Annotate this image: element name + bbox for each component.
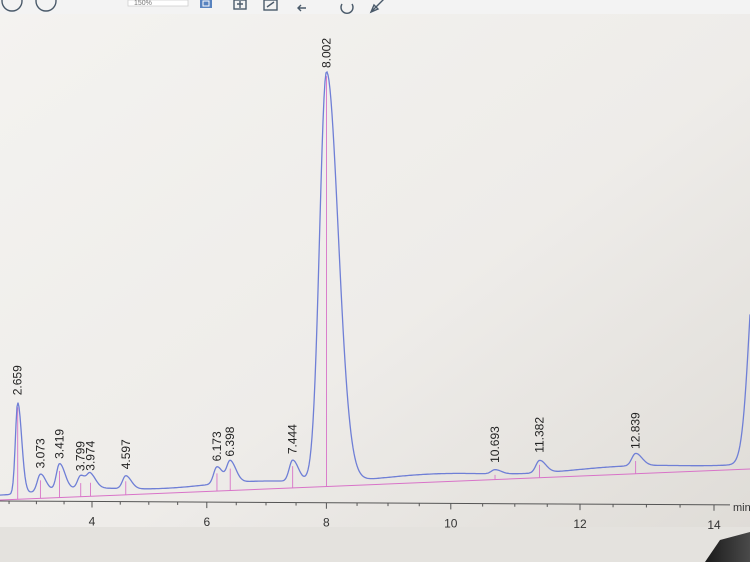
- screen-background: [0, 0, 750, 562]
- x-tick-label: 12: [573, 517, 587, 531]
- peak-label: 3.073: [33, 438, 47, 468]
- toolbar: 150%: [0, 0, 750, 14]
- x-tick-label: 10: [444, 516, 458, 530]
- peak-label: 8.002: [320, 38, 334, 68]
- peak-label: 6.173: [210, 431, 224, 461]
- x-tick-label: 6: [203, 515, 210, 529]
- x-tick-label: 4: [89, 514, 96, 528]
- peak-label: 2.659: [11, 365, 25, 395]
- peak-label: 3.974: [84, 440, 98, 470]
- bottom-margin: [0, 527, 750, 562]
- peak-label: 7.444: [286, 424, 300, 454]
- peak-label: 11.382: [533, 417, 547, 453]
- peak-label: 10.693: [488, 426, 502, 463]
- export-icon[interactable]: [200, 0, 212, 8]
- peak-label: 6.398: [223, 426, 237, 456]
- x-tick-label: 14: [707, 518, 721, 532]
- peak-label: 12.839: [629, 412, 643, 449]
- peak-label: 4.597: [119, 439, 133, 469]
- x-tick-label: 8: [323, 516, 330, 530]
- zoom-text: 150%: [134, 0, 152, 7]
- x-axis-unit: min: [733, 502, 750, 514]
- chromatogram-screen: 150% 2.6593.073 3.419 3.7993.974 4.597 6.173…: [0, 0, 750, 562]
- peak-label: 3.419: [53, 429, 67, 459]
